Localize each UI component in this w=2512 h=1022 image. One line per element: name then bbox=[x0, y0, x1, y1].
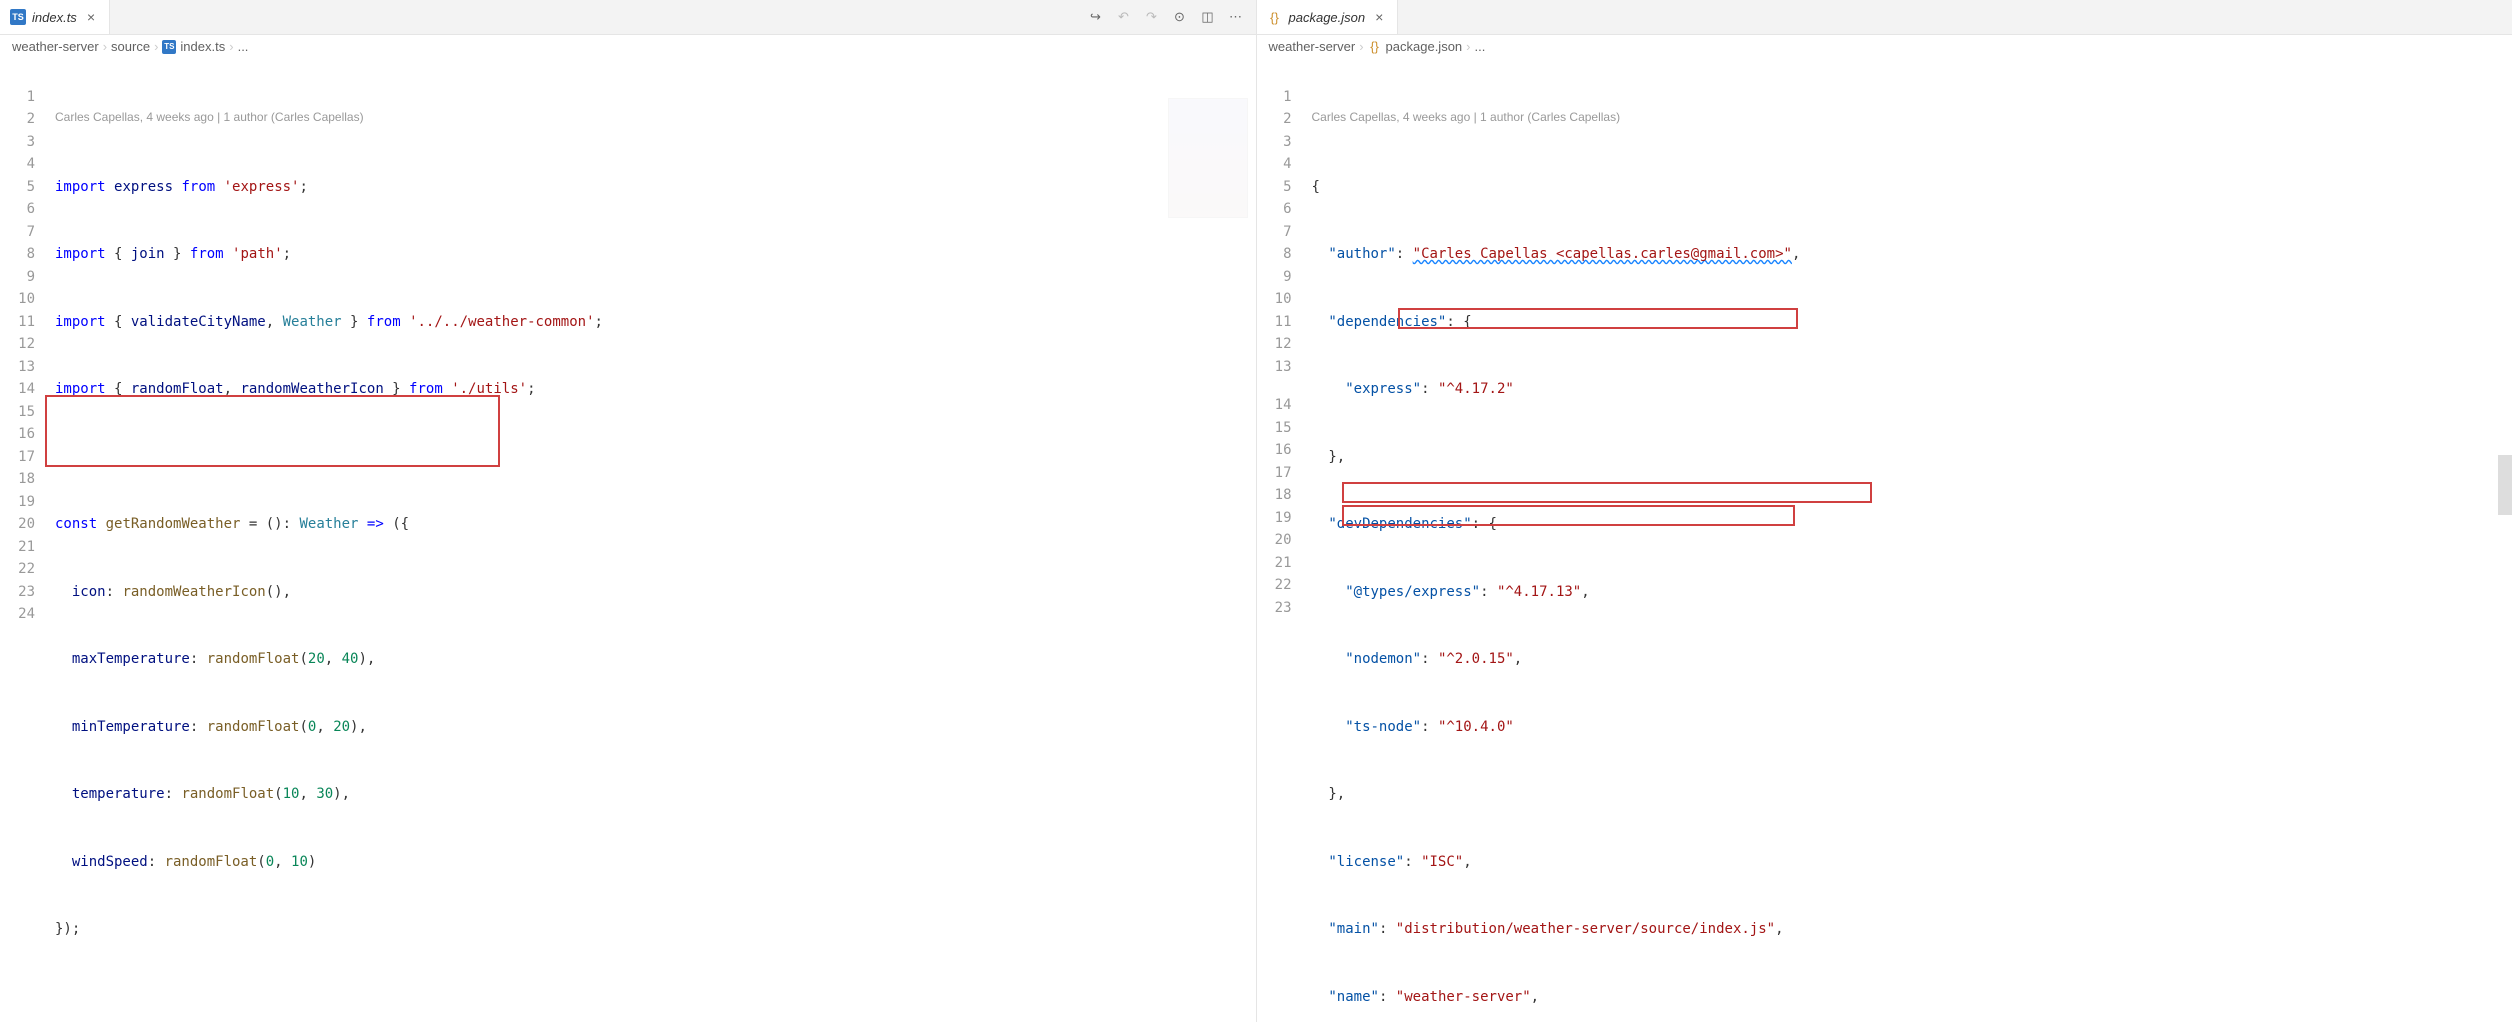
tab-bar-left: TS index.ts × ↪ ↶ ↷ ⊙ ◫ ⋯ bbox=[0, 0, 1256, 35]
tab-label: package.json bbox=[1289, 10, 1366, 25]
run-icon[interactable]: ⊙ bbox=[1172, 9, 1188, 25]
line-gutter: 1 2 3 4 5 6 7 8 9 10 11 12 13 14 15 16 1… bbox=[1257, 58, 1312, 1022]
line-gutter: 1 2 3 4 5 6 7 8 9 10 11 12 13 14 15 16 1… bbox=[0, 58, 55, 1022]
tab-label: index.ts bbox=[32, 10, 77, 25]
code-line: }, bbox=[1312, 783, 2512, 806]
typescript-icon: TS bbox=[10, 9, 26, 25]
chevron-right-icon: › bbox=[1359, 39, 1363, 54]
git-blame-annotation: Carles Capellas, 4 weeks ago | 1 author … bbox=[1312, 106, 2512, 131]
chevron-right-icon: › bbox=[154, 39, 158, 54]
breadcrumb-item[interactable]: weather-server bbox=[12, 39, 99, 54]
compare-icon[interactable]: ↪ bbox=[1088, 9, 1104, 25]
code-line: temperature: randomFloat(10, 30), bbox=[55, 783, 1256, 806]
editor-left[interactable]: 1 2 3 4 5 6 7 8 9 10 11 12 13 14 15 16 1… bbox=[0, 58, 1256, 1022]
code-line: import { randomFloat, randomWeatherIcon … bbox=[55, 378, 1256, 401]
forward-icon[interactable]: ↷ bbox=[1144, 9, 1160, 25]
breadcrumb-item[interactable]: ... bbox=[238, 39, 249, 54]
breadcrumb-item[interactable]: package.json bbox=[1386, 39, 1463, 54]
typescript-icon: TS bbox=[162, 40, 176, 54]
editor-pane-left: TS index.ts × ↪ ↶ ↷ ⊙ ◫ ⋯ weather-server… bbox=[0, 0, 1257, 1022]
code-line: "author": "Carles Capellas <capellas.car… bbox=[1312, 243, 2512, 266]
code-line bbox=[55, 986, 1256, 1009]
code-line: }, bbox=[1312, 446, 2512, 469]
code-line: "devDependencies": { bbox=[1312, 513, 2512, 536]
tab-actions: ↪ ↶ ↷ ⊙ ◫ ⋯ bbox=[1088, 9, 1256, 25]
chevron-right-icon: › bbox=[1466, 39, 1470, 54]
code-line: { bbox=[1312, 176, 2512, 199]
close-icon[interactable]: × bbox=[83, 9, 99, 25]
scrollbar-track[interactable] bbox=[2498, 455, 2512, 515]
code-line: icon: randomWeatherIcon(), bbox=[55, 581, 1256, 604]
chevron-right-icon: › bbox=[103, 39, 107, 54]
breadcrumb-item[interactable]: index.ts bbox=[180, 39, 225, 54]
code-line: }); bbox=[55, 918, 1256, 941]
code-line: "name": "weather-server", bbox=[1312, 986, 2512, 1009]
breadcrumb-item[interactable]: ... bbox=[1475, 39, 1486, 54]
code-line: "dependencies": { bbox=[1312, 311, 2512, 334]
code-content-left[interactable]: Carles Capellas, 4 weeks ago | 1 author … bbox=[55, 58, 1256, 1022]
code-line: import express from 'express'; bbox=[55, 176, 1256, 199]
code-line: "@types/express": "^4.17.13", bbox=[1312, 581, 2512, 604]
editor-pane-right: {} package.json × weather-server › {} pa… bbox=[1257, 0, 2512, 1022]
code-line: "license": "ISC", bbox=[1312, 851, 2512, 874]
breadcrumb-item[interactable]: source bbox=[111, 39, 150, 54]
code-line: "nodemon": "^2.0.15", bbox=[1312, 648, 2512, 671]
code-line: "ts-node": "^10.4.0" bbox=[1312, 716, 2512, 739]
close-icon[interactable]: × bbox=[1371, 9, 1387, 25]
code-line: "main": "distribution/weather-server/sou… bbox=[1312, 918, 2512, 941]
chevron-right-icon: › bbox=[229, 39, 233, 54]
more-icon[interactable]: ⋯ bbox=[1228, 9, 1244, 25]
code-line bbox=[55, 446, 1256, 469]
minimap[interactable] bbox=[1168, 98, 1248, 218]
json-icon: {} bbox=[1267, 9, 1283, 25]
code-line: const getRandomWeather = (): Weather => … bbox=[55, 513, 1256, 536]
tab-package-json[interactable]: {} package.json × bbox=[1257, 0, 1399, 34]
code-content-right[interactable]: Carles Capellas, 4 weeks ago | 1 author … bbox=[1312, 58, 2512, 1022]
code-line: import { validateCityName, Weather } fro… bbox=[55, 311, 1256, 334]
split-icon[interactable]: ◫ bbox=[1200, 9, 1216, 25]
highlight-box bbox=[1342, 482, 1872, 503]
tab-index-ts[interactable]: TS index.ts × bbox=[0, 0, 110, 34]
code-line: maxTemperature: randomFloat(20, 40), bbox=[55, 648, 1256, 671]
code-line: minTemperature: randomFloat(0, 20), bbox=[55, 716, 1256, 739]
json-icon: {} bbox=[1368, 40, 1382, 54]
editor-right[interactable]: 1 2 3 4 5 6 7 8 9 10 11 12 13 14 15 16 1… bbox=[1257, 58, 2512, 1022]
tab-bar-right: {} package.json × bbox=[1257, 0, 2512, 35]
back-icon[interactable]: ↶ bbox=[1116, 9, 1132, 25]
code-line: "express": "^4.17.2" bbox=[1312, 378, 2512, 401]
breadcrumb-left[interactable]: weather-server › source › TS index.ts › … bbox=[0, 35, 1256, 58]
git-blame-annotation: Carles Capellas, 4 weeks ago | 1 author … bbox=[55, 106, 1256, 131]
breadcrumb-right[interactable]: weather-server › {} package.json › ... bbox=[1257, 35, 2512, 58]
breadcrumb-item[interactable]: weather-server bbox=[1269, 39, 1356, 54]
code-line: import { join } from 'path'; bbox=[55, 243, 1256, 266]
code-line: windSpeed: randomFloat(0, 10) bbox=[55, 851, 1256, 874]
